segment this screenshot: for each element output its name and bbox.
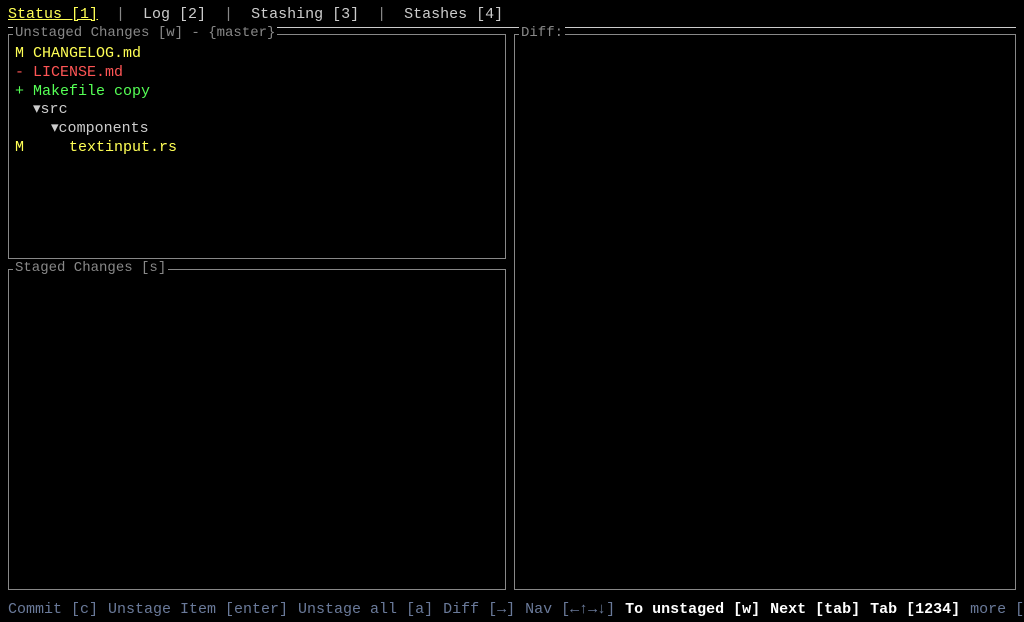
staged-panel-title: Staged Changes [s]	[13, 260, 168, 276]
file-row[interactable]: + Makefile copy	[15, 83, 499, 102]
diff-panel-title: Diff:	[519, 25, 565, 41]
cmd-nav[interactable]: Nav [←↑→↓]	[525, 601, 615, 618]
cmd-commit[interactable]: Commit [c]	[8, 601, 98, 618]
tree-node[interactable]: ▾src	[15, 101, 499, 120]
diff-panel[interactable]: Diff:	[514, 34, 1016, 590]
cmd-unstage-all[interactable]: Unstage all [a]	[298, 601, 433, 618]
tab-stashes[interactable]: Stashes [4]	[404, 6, 503, 23]
unstaged-file-list: M CHANGELOG.md - LICENSE.md + Makefile c…	[15, 39, 499, 158]
cmd-tab[interactable]: Tab [1234]	[870, 601, 960, 618]
tab-status[interactable]: Status [1]	[8, 6, 98, 23]
tab-log[interactable]: Log [2]	[143, 6, 206, 23]
right-column: Diff:	[514, 34, 1016, 590]
left-column: Unstaged Changes [w] - {master} M CHANGE…	[8, 34, 506, 590]
staged-changes-panel[interactable]: Staged Changes [s]	[8, 269, 506, 590]
cmd-more[interactable]: more [.]	[970, 601, 1024, 618]
unstaged-changes-panel[interactable]: Unstaged Changes [w] - {master} M CHANGE…	[8, 34, 506, 259]
file-row[interactable]: - LICENSE.md	[15, 64, 499, 83]
tab-stashing[interactable]: Stashing [3]	[251, 6, 359, 23]
tab-separator: |	[367, 6, 396, 23]
file-row[interactable]: M CHANGELOG.md	[15, 45, 499, 64]
file-row[interactable]: M textinput.rs	[15, 139, 499, 158]
cmd-to-unstaged[interactable]: To unstaged [w]	[625, 601, 760, 618]
tree-node[interactable]: ▾components	[15, 120, 499, 139]
cmd-diff[interactable]: Diff [→]	[443, 601, 515, 618]
tab-separator: |	[214, 6, 243, 23]
main-area: Unstaged Changes [w] - {master} M CHANGE…	[0, 28, 1024, 590]
command-footer: Commit [c] Unstage Item [enter] Unstage …	[8, 601, 1016, 618]
tab-separator: |	[106, 6, 135, 23]
cmd-unstage-item[interactable]: Unstage Item [enter]	[108, 601, 288, 618]
cmd-next[interactable]: Next [tab]	[770, 601, 860, 618]
unstaged-panel-title: Unstaged Changes [w] - {master}	[13, 25, 277, 41]
tab-bar: Status [1] | Log [2] | Stashing [3] | St…	[0, 0, 1024, 27]
